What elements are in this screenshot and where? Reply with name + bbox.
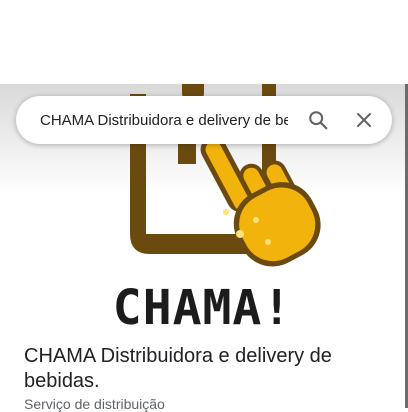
top-blank-area	[0, 0, 408, 84]
search-icon	[309, 111, 328, 130]
brand-logo-text: CHAMA!	[112, 280, 293, 336]
close-icon	[357, 113, 371, 127]
place-category[interactable]: Serviço de distribuição	[24, 396, 165, 412]
search-bar[interactable]	[16, 96, 392, 144]
clear-search-button[interactable]	[344, 100, 384, 140]
place-name: CHAMA Distribuidora e delivery de bebida…	[24, 345, 332, 392]
search-input[interactable]	[40, 111, 288, 129]
search-button[interactable]	[298, 100, 338, 140]
